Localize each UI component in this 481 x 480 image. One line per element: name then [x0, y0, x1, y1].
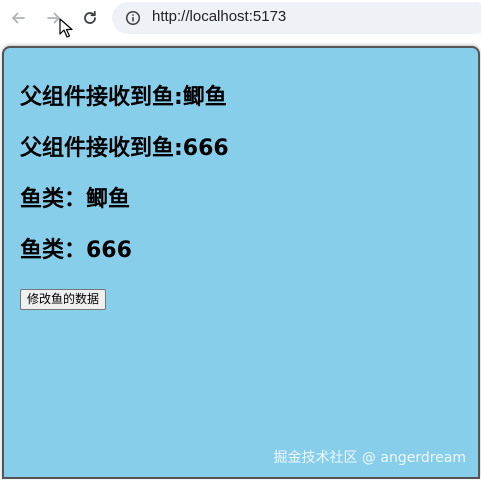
browser-toolbar: http://localhost:5173: [0, 0, 481, 38]
arrow-left-icon: [12, 12, 25, 24]
fish-number-heading: 鱼类：666: [20, 238, 132, 263]
info-circle-icon: [125, 10, 141, 26]
mouse-cursor-icon: [59, 18, 73, 38]
parent-received-number-heading: 父组件接收到鱼:666: [20, 136, 229, 161]
reload-button[interactable]: [79, 7, 101, 29]
site-info-button[interactable]: [124, 9, 142, 27]
modify-fish-data-button[interactable]: 修改鱼的数据: [20, 289, 107, 310]
url-text[interactable]: http://localhost:5173: [152, 8, 286, 25]
reload-icon: [84, 10, 96, 24]
back-button[interactable]: [7, 7, 29, 29]
page-viewport: 父组件接收到鱼:鲫鱼 父组件接收到鱼:666 鱼类：鲫鱼 鱼类：666 修改鱼的…: [2, 46, 480, 479]
address-bar[interactable]: http://localhost:5173: [112, 2, 481, 34]
app-content: 父组件接收到鱼:鲫鱼 父组件接收到鱼:666 鱼类：鲫鱼 鱼类：666 修改鱼的…: [20, 84, 229, 310]
watermark: 掘金技术社区 @ angerdream: [273, 450, 466, 466]
parent-received-fish-heading: 父组件接收到鱼:鲫鱼: [20, 85, 227, 110]
fish-type-heading: 鱼类：鲫鱼: [20, 187, 131, 212]
